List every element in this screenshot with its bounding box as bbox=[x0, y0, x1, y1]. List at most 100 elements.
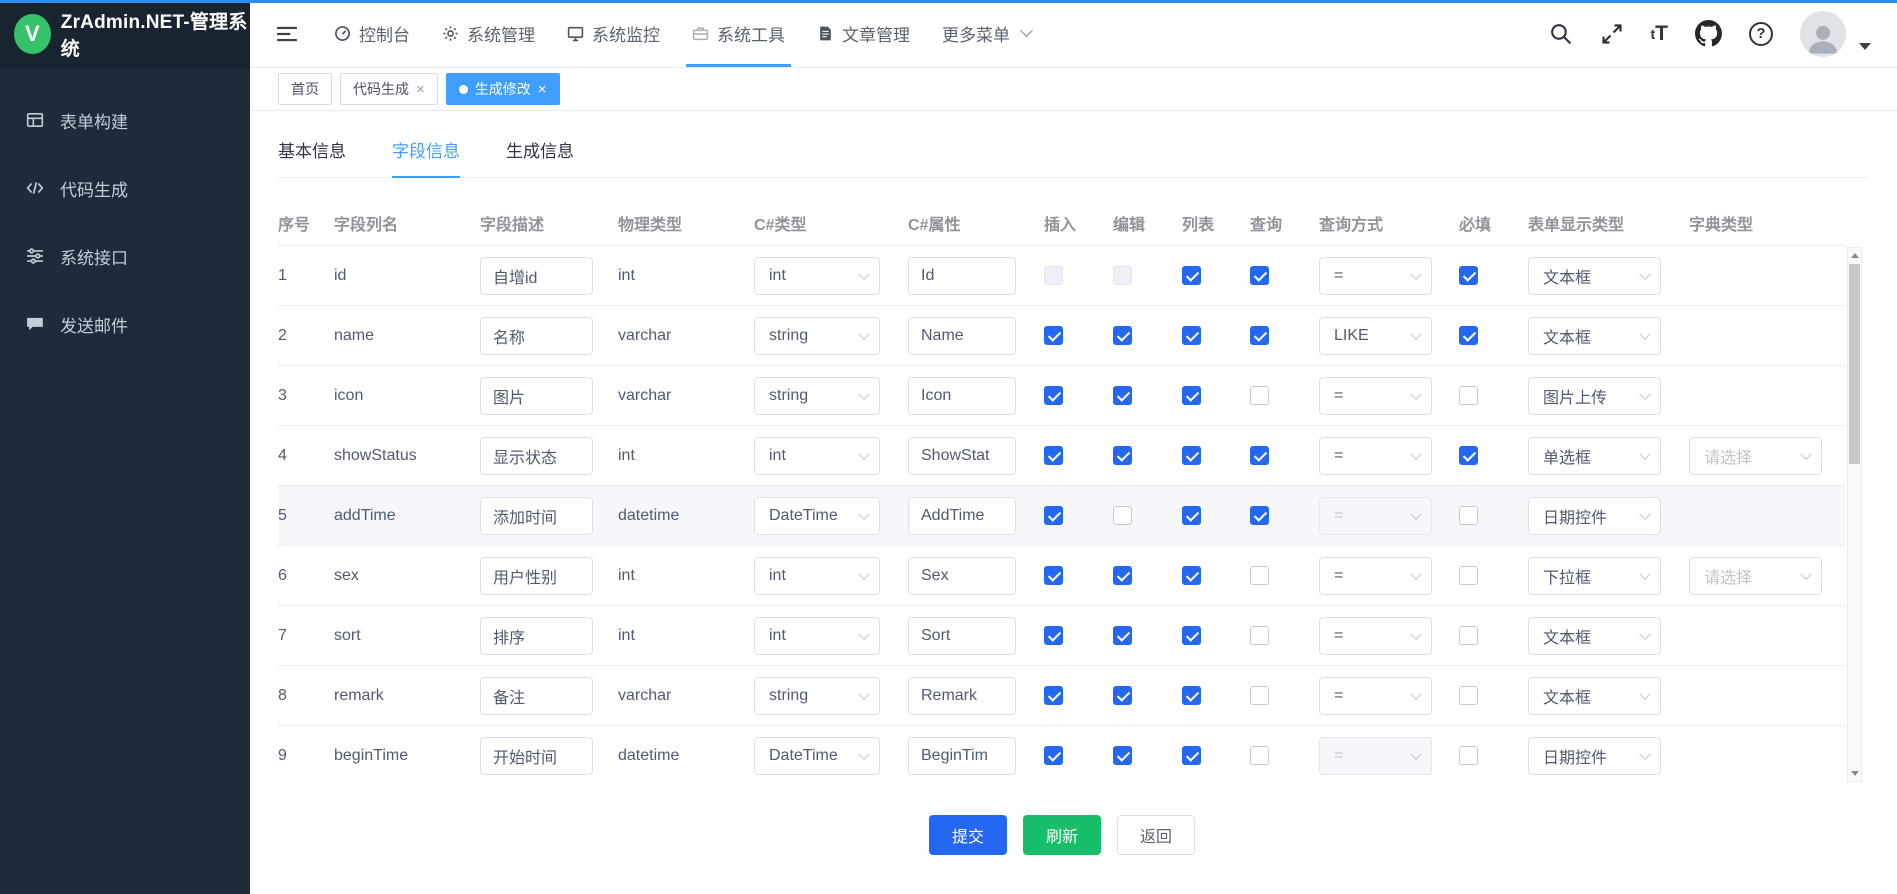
field-desc-input[interactable] bbox=[480, 257, 593, 295]
nav-item-dashboard[interactable]: 控制台 bbox=[318, 0, 426, 67]
csharp-prop-input[interactable] bbox=[908, 497, 1016, 535]
font-size-button[interactable]: tT bbox=[1651, 22, 1669, 46]
query-method-select[interactable]: = bbox=[1319, 257, 1432, 295]
csharp-prop-input[interactable] bbox=[908, 377, 1016, 415]
insert-checkbox[interactable] bbox=[1044, 626, 1063, 645]
insert-checkbox[interactable] bbox=[1044, 566, 1063, 585]
tag-home[interactable]: 首页 bbox=[278, 73, 332, 105]
tag-code-generate[interactable]: 代码生成 × bbox=[340, 73, 438, 105]
insert-checkbox[interactable] bbox=[1044, 326, 1063, 345]
query-method-select[interactable]: = bbox=[1319, 617, 1432, 655]
insert-checkbox[interactable] bbox=[1044, 446, 1063, 465]
nav-item-system-tools[interactable]: 系统工具 bbox=[676, 0, 801, 67]
sidebar-item-system-api[interactable]: 系统接口 bbox=[0, 222, 250, 290]
csharp-type-select[interactable]: int bbox=[754, 557, 880, 595]
edit-checkbox[interactable] bbox=[1113, 326, 1132, 345]
required-checkbox[interactable] bbox=[1459, 446, 1478, 465]
display-type-select[interactable]: 单选框 bbox=[1528, 437, 1661, 475]
display-type-select[interactable]: 图片上传 bbox=[1528, 377, 1661, 415]
close-icon[interactable]: × bbox=[416, 82, 425, 97]
sidebar-item-code-generate[interactable]: 代码生成 bbox=[0, 154, 250, 222]
tab-field-info[interactable]: 字段信息 bbox=[392, 137, 460, 177]
field-desc-input[interactable] bbox=[480, 437, 593, 475]
list-checkbox[interactable] bbox=[1182, 506, 1201, 525]
app-logo[interactable]: V ZrAdmin.NET-管理系统 bbox=[0, 0, 250, 68]
nav-item-system-monitor[interactable]: 系统监控 bbox=[551, 0, 676, 67]
query-checkbox[interactable] bbox=[1250, 266, 1269, 285]
insert-checkbox[interactable] bbox=[1044, 506, 1063, 525]
list-checkbox[interactable] bbox=[1182, 266, 1201, 285]
nav-item-article-manage[interactable]: 文章管理 bbox=[801, 0, 926, 67]
csharp-type-select[interactable]: int bbox=[754, 437, 880, 475]
query-method-select[interactable]: = bbox=[1319, 677, 1432, 715]
scroll-up-button[interactable] bbox=[1848, 248, 1861, 263]
field-desc-input[interactable] bbox=[480, 737, 593, 775]
field-desc-input[interactable] bbox=[480, 497, 593, 535]
field-desc-input[interactable] bbox=[480, 677, 593, 715]
field-desc-input[interactable] bbox=[480, 317, 593, 355]
list-checkbox[interactable] bbox=[1182, 386, 1201, 405]
csharp-prop-input[interactable] bbox=[908, 677, 1016, 715]
list-checkbox[interactable] bbox=[1182, 566, 1201, 585]
csharp-prop-input[interactable] bbox=[908, 437, 1016, 475]
edit-checkbox[interactable] bbox=[1113, 386, 1132, 405]
list-checkbox[interactable] bbox=[1182, 626, 1201, 645]
csharp-prop-input[interactable] bbox=[908, 617, 1016, 655]
fullscreen-button[interactable] bbox=[1600, 22, 1624, 46]
vertical-scrollbar[interactable] bbox=[1847, 247, 1862, 782]
required-checkbox[interactable] bbox=[1459, 326, 1478, 345]
list-checkbox[interactable] bbox=[1182, 746, 1201, 765]
scrollbar-thumb[interactable] bbox=[1849, 264, 1860, 464]
display-type-select[interactable]: 文本框 bbox=[1528, 617, 1661, 655]
query-checkbox[interactable] bbox=[1250, 686, 1269, 705]
dict-type-select[interactable]: 请选择 bbox=[1689, 437, 1822, 475]
tag-generate-edit[interactable]: 生成修改 × bbox=[446, 73, 560, 105]
csharp-type-select[interactable]: string bbox=[754, 677, 880, 715]
avatar-dropdown-caret[interactable] bbox=[1859, 43, 1871, 50]
tab-basic-info[interactable]: 基本信息 bbox=[278, 137, 346, 177]
edit-checkbox[interactable] bbox=[1113, 566, 1132, 585]
display-type-select[interactable]: 文本框 bbox=[1528, 257, 1661, 295]
search-button[interactable] bbox=[1548, 21, 1573, 46]
edit-checkbox[interactable] bbox=[1113, 626, 1132, 645]
query-method-select[interactable]: = bbox=[1319, 557, 1432, 595]
insert-checkbox[interactable] bbox=[1044, 686, 1063, 705]
query-checkbox[interactable] bbox=[1250, 326, 1269, 345]
sidebar-item-form-builder[interactable]: 表单构建 bbox=[0, 86, 250, 154]
avatar[interactable] bbox=[1800, 11, 1846, 57]
nav-item-more-menu[interactable]: 更多菜单 bbox=[926, 0, 1047, 67]
submit-button[interactable]: 提交 bbox=[929, 815, 1007, 855]
list-checkbox[interactable] bbox=[1182, 686, 1201, 705]
query-checkbox[interactable] bbox=[1250, 566, 1269, 585]
query-checkbox[interactable] bbox=[1250, 386, 1269, 405]
display-type-select[interactable]: 日期控件 bbox=[1528, 497, 1661, 535]
csharp-type-select[interactable]: string bbox=[754, 377, 880, 415]
csharp-type-select[interactable]: int bbox=[754, 257, 880, 295]
csharp-type-select[interactable]: string bbox=[754, 317, 880, 355]
help-button[interactable]: ? bbox=[1749, 22, 1773, 46]
query-checkbox[interactable] bbox=[1250, 626, 1269, 645]
required-checkbox[interactable] bbox=[1459, 266, 1478, 285]
csharp-type-select[interactable]: DateTime bbox=[754, 497, 880, 535]
field-desc-input[interactable] bbox=[480, 557, 593, 595]
edit-checkbox[interactable] bbox=[1113, 446, 1132, 465]
query-method-select[interactable]: = bbox=[1319, 437, 1432, 475]
nav-item-system-manage[interactable]: 系统管理 bbox=[426, 0, 551, 67]
back-button[interactable]: 返回 bbox=[1117, 815, 1195, 855]
required-checkbox[interactable] bbox=[1459, 686, 1478, 705]
query-checkbox[interactable] bbox=[1250, 506, 1269, 525]
field-desc-input[interactable] bbox=[480, 617, 593, 655]
required-checkbox[interactable] bbox=[1459, 506, 1478, 525]
edit-checkbox[interactable] bbox=[1113, 506, 1132, 525]
query-checkbox[interactable] bbox=[1250, 746, 1269, 765]
csharp-prop-input[interactable] bbox=[908, 557, 1016, 595]
sidebar-collapse-button[interactable] bbox=[264, 0, 310, 67]
csharp-type-select[interactable]: int bbox=[754, 617, 880, 655]
insert-checkbox[interactable] bbox=[1044, 386, 1063, 405]
query-method-select[interactable]: = bbox=[1319, 377, 1432, 415]
required-checkbox[interactable] bbox=[1459, 746, 1478, 765]
query-method-select[interactable]: LIKE bbox=[1319, 317, 1432, 355]
field-desc-input[interactable] bbox=[480, 377, 593, 415]
display-type-select[interactable]: 日期控件 bbox=[1528, 737, 1661, 775]
csharp-prop-input[interactable] bbox=[908, 257, 1016, 295]
